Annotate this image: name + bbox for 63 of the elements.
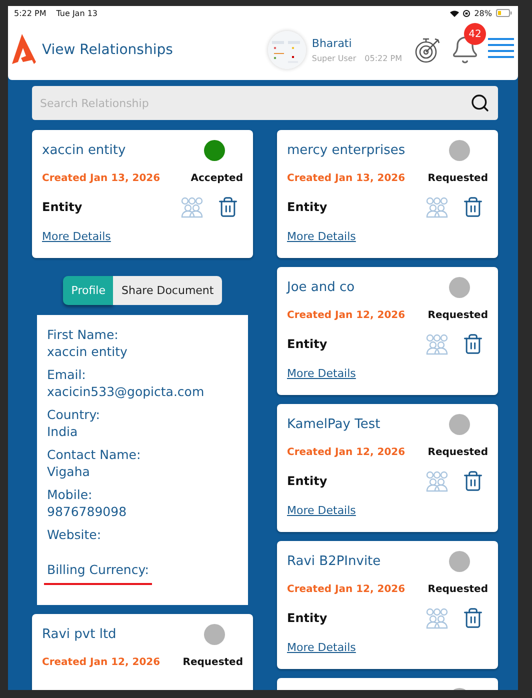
entity-type: Entity xyxy=(287,337,328,351)
field-label: Email: xyxy=(47,367,86,382)
field-label: Country: xyxy=(47,407,100,422)
delete-icon[interactable] xyxy=(462,607,484,629)
field-label: Mobile: xyxy=(47,487,92,502)
battery-icon xyxy=(496,9,512,17)
more-details-link[interactable]: More Details xyxy=(287,504,356,517)
delete-icon[interactable] xyxy=(462,196,484,218)
clock: 5:22 PM xyxy=(14,8,46,18)
delete-icon[interactable] xyxy=(462,470,484,492)
field-value: Vigaha xyxy=(47,464,91,479)
entity-type: Entity xyxy=(287,611,328,625)
status-text: Requested xyxy=(428,173,488,184)
entity-type: Entity xyxy=(287,200,328,214)
created-date: Created Jan 13, 2026 xyxy=(287,173,406,184)
created-date: Created Jan 12, 2026 xyxy=(287,584,406,595)
rotation-lock-icon xyxy=(463,10,470,16)
status-text: Requested xyxy=(182,657,243,668)
entity-name: xaccin entity xyxy=(42,143,126,158)
profile-tab[interactable]: Share Document xyxy=(113,276,222,305)
notification-badge: 42 xyxy=(464,23,486,45)
delete-icon[interactable] xyxy=(462,333,484,355)
more-details-link[interactable]: More Details xyxy=(42,230,111,243)
more-details-link[interactable]: More Details xyxy=(287,367,356,380)
field-value: India xyxy=(47,424,79,439)
notification-icon[interactable] xyxy=(450,35,480,65)
user-role: Super User xyxy=(312,54,356,63)
battery-percent: 28% xyxy=(474,8,492,18)
delete-icon[interactable] xyxy=(217,196,239,218)
created-date: Created Jan 12, 2026 xyxy=(287,447,406,458)
entity-name: Ravi B2PInvite xyxy=(287,554,381,569)
created-date: Created Jan 12, 2026 xyxy=(42,657,160,668)
created-date: Created Jan 12, 2026 xyxy=(287,310,406,321)
created-date: Created Jan 13, 2026 xyxy=(42,173,160,184)
field-value: 9876789098 xyxy=(47,504,128,519)
menu-icon[interactable] xyxy=(488,37,514,59)
more-details-link[interactable]: More Details xyxy=(287,230,356,243)
field-value: xaccin entity xyxy=(47,344,128,359)
date: Tue Jan 13 xyxy=(56,8,98,18)
status-text: Accepted xyxy=(190,173,243,184)
search-icon[interactable] xyxy=(470,93,490,113)
search-field[interactable]: Search Relationship xyxy=(32,86,498,120)
entity-name: Joe and co xyxy=(287,280,355,295)
more-details-link[interactable]: More Details xyxy=(287,641,356,654)
logo-icon xyxy=(12,34,36,66)
user-name: Bharati xyxy=(312,37,353,50)
field-label: Website: xyxy=(47,527,102,542)
field-label: Contact Name: xyxy=(47,447,141,462)
status-text: Requested xyxy=(428,584,488,595)
entity-name: KamelPay Test xyxy=(287,417,380,432)
status-text: Requested xyxy=(428,310,488,321)
field-label: First Name: xyxy=(47,327,118,342)
page-title: View Relationships xyxy=(42,42,174,58)
login-time: 05:22 PM xyxy=(364,54,402,63)
field-value: xacicin533@gopicta.com xyxy=(47,384,206,399)
entity-name: Ravi pvt ltd xyxy=(42,627,116,642)
target-timer-icon[interactable] xyxy=(414,36,442,64)
entity-name: mercy enterprises xyxy=(287,143,406,158)
entity-type: Entity xyxy=(42,200,82,214)
entity-type: Entity xyxy=(287,474,328,488)
wifi-icon xyxy=(450,10,460,16)
field-label: Billing Currency: xyxy=(44,562,152,585)
status-text: Requested xyxy=(428,447,488,458)
